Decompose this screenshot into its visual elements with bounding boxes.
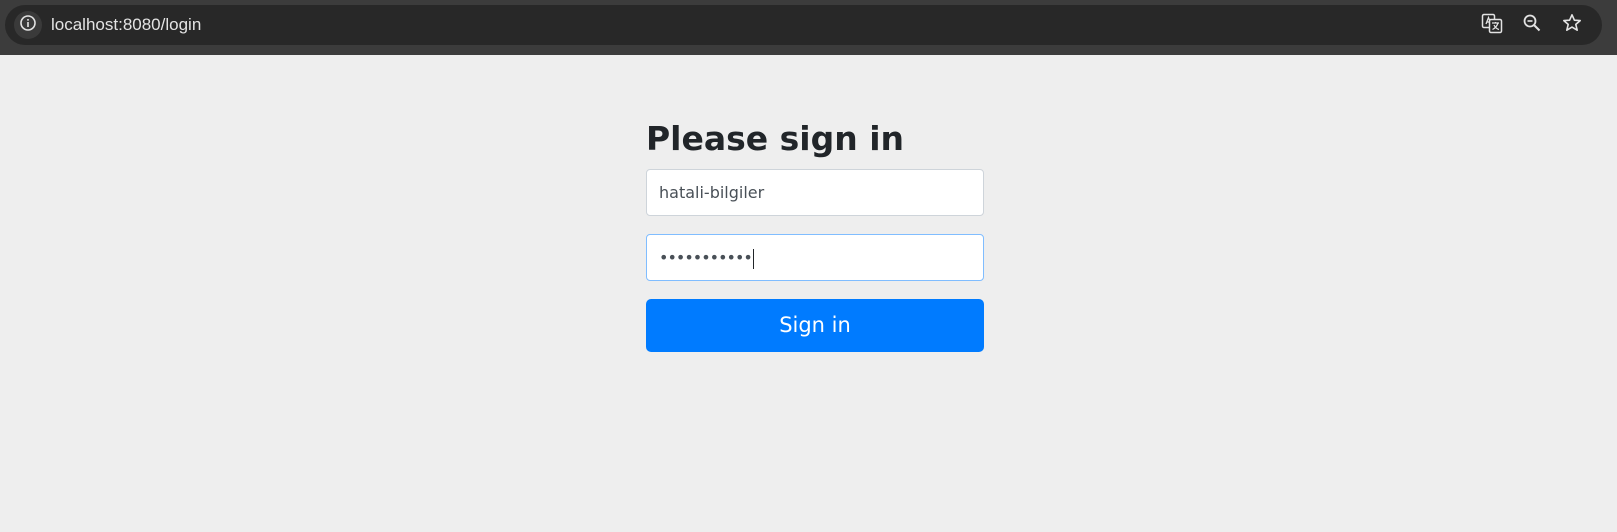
site-info-button[interactable] (14, 11, 42, 39)
address-bar[interactable]: localhost:8080/login (5, 5, 1602, 45)
password-value: ••••••••••• (659, 248, 753, 267)
zoom-button[interactable] (1520, 13, 1544, 37)
username-value: hatali-bilgiler (659, 183, 765, 202)
zoom-out-icon (1522, 13, 1542, 38)
username-field[interactable]: hatali-bilgiler (646, 169, 984, 216)
text-cursor (752, 248, 754, 269)
url-text[interactable]: localhost:8080/login (51, 16, 201, 34)
translate-icon (1481, 12, 1503, 39)
bookmark-button[interactable] (1560, 13, 1584, 37)
page-heading: Please sign in (646, 119, 905, 158)
translate-button[interactable] (1480, 13, 1504, 37)
browser-toolbar: localhost:8080/login (0, 0, 1617, 55)
password-field[interactable]: ••••••••••• (646, 234, 984, 281)
info-icon (19, 14, 37, 37)
sign-in-button[interactable]: Sign in (646, 299, 984, 352)
login-form: Please sign in hatali-bilgiler •••••••••… (646, 114, 984, 352)
star-icon (1562, 13, 1582, 38)
